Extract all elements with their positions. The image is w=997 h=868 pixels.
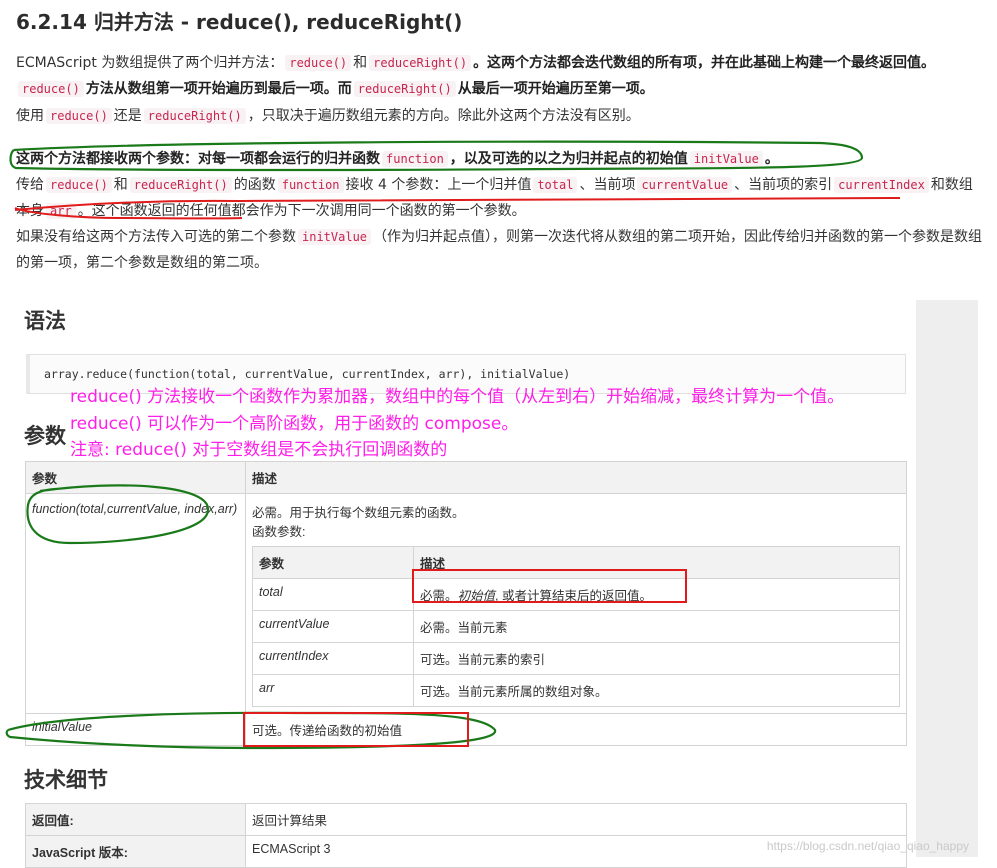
- page-heading: 6.2.14 归并方法 - reduce(), reduceRight(): [16, 10, 463, 34]
- inline-code: reduceRight(): [129, 177, 232, 193]
- pink-note-3: 注意: reduce() 对于空数组是不会执行回调函数的: [70, 440, 448, 460]
- table-row: currentIndex 可选。当前元素的索引: [252, 642, 900, 675]
- table-row-function: function(total,currentValue, index,arr) …: [25, 493, 907, 714]
- inline-code: reduce(): [46, 108, 112, 124]
- param-initial-value-desc: 可选。传递给函数的初始值: [245, 713, 907, 746]
- inline-code: reduceRight(): [143, 108, 246, 124]
- inline-code: reduceRight(): [353, 81, 456, 97]
- header-desc: 描述: [245, 461, 907, 494]
- paragraph-two-params: 这两个方法都接收两个参数：对每一项都会运行的归并函数 function ，以及可选的…: [16, 151, 779, 167]
- syntax-title: 语法: [24, 309, 66, 333]
- inline-code: reduceRight(): [369, 55, 472, 71]
- inline-code: initValue: [298, 229, 372, 245]
- table-row: 返回值: 返回计算结果: [25, 803, 907, 836]
- inline-code: reduce(): [46, 177, 112, 193]
- param-function-name: function(total,currentValue, index,arr): [25, 493, 246, 714]
- inline-code: reduce(): [18, 81, 84, 97]
- params-table: 参数 描述 function(total,currentValue, index…: [25, 461, 907, 746]
- inline-code: initValue: [689, 151, 763, 167]
- params-title: 参数: [24, 424, 66, 448]
- pink-note-1: reduce() 方法接收一个函数作为累加器，数组中的每个值（从左到右）开始缩减…: [70, 387, 845, 407]
- tech-details-title: 技术细节: [24, 768, 108, 792]
- inline-code: function: [277, 177, 344, 193]
- table-header-row: 参数 描述: [25, 461, 907, 494]
- function-params-table: 参数 描述 total 必需。初始值, 或者计算结束后的返回值。 current…: [252, 546, 900, 707]
- table-row: total 必需。初始值, 或者计算结束后的返回值。: [252, 578, 900, 611]
- inline-code: currentIndex: [834, 177, 929, 193]
- inline-code: function: [382, 151, 448, 167]
- inline-code: reduce(): [285, 55, 352, 71]
- table-row: arr 可选。当前元素所属的数组对象。: [252, 674, 900, 707]
- table-row-initial-value: initialValue 可选。传递给函数的初始值: [25, 713, 907, 746]
- paragraph-callback-args: 传给 reduce() 和 reduceRight() 的函数 function 接收 4 …: [16, 177, 973, 219]
- watermark: https://blog.csdn.net/qiao_qiao_happy: [766, 839, 969, 853]
- paragraph-intro: ECMAScript 为数组提供了两个归并方法： reduce() 和 reduceR…: [16, 55, 936, 97]
- tech-details-table: 返回值: 返回计算结果 JavaScript 版本: ECMAScript 3: [25, 803, 907, 868]
- pink-note-2: reduce() 可以作为一个高阶函数，用于函数的 compose。: [70, 414, 519, 434]
- paragraph-no-init-value: 如果没有给这两个方法传入可选的第二个参数 initValue （作为归并起点值），则…: [16, 229, 983, 271]
- inline-code: total: [533, 177, 578, 193]
- header-param: 参数: [25, 461, 246, 494]
- param-initial-value-name: initialValue: [25, 713, 246, 746]
- embedded-sidebar-gray: [916, 300, 978, 857]
- param-function-desc: 必需。用于执行每个数组元素的函数。 函数参数: 参数 描述 total 必需。初…: [245, 493, 907, 714]
- table-row: currentValue 必需。当前元素: [252, 610, 900, 643]
- paragraph-direction: 使用 reduce() 还是 reduceRight() ，只取决于遍历数组元素的方向。…: [16, 108, 640, 124]
- inline-code: arr: [46, 203, 76, 219]
- inline-code: currentValue: [637, 177, 733, 193]
- table-header-row: 参数 描述: [252, 546, 900, 579]
